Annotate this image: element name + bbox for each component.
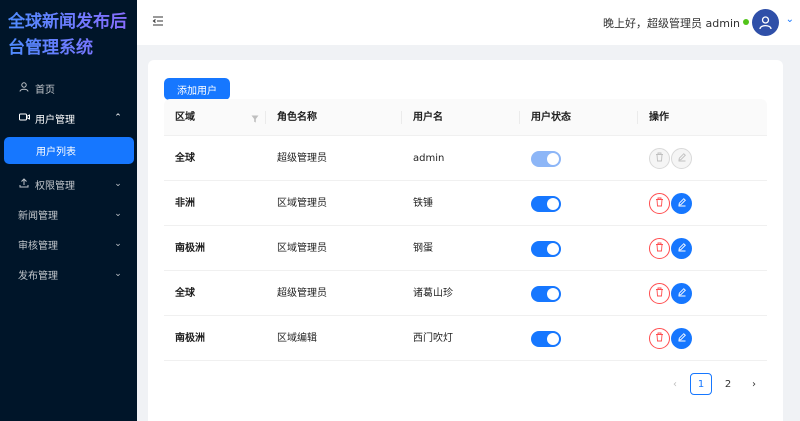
toggle-knob [547, 153, 559, 165]
sidebar-item-audit-management[interactable]: 审核管理 ⌄ [0, 231, 137, 257]
edit-icon [677, 242, 687, 255]
table-row: 全球 超级管理员 admin [164, 136, 767, 181]
cell-region: 全球 [175, 288, 195, 299]
column-divider [637, 111, 638, 124]
edit-icon [677, 332, 687, 345]
delete-button[interactable] [649, 283, 670, 304]
delete-icon [655, 152, 664, 165]
status-toggle[interactable] [531, 241, 561, 257]
toggle-knob [547, 333, 559, 345]
sidebar-item-home[interactable]: 首页 [0, 75, 137, 101]
status-toggle[interactable] [531, 331, 561, 347]
add-user-button[interactable]: 添加用户 [164, 78, 230, 100]
column-header-region: 区域 [175, 112, 195, 123]
column-header-role: 角色名称 [277, 112, 317, 123]
delete-icon [655, 242, 664, 255]
table-row: 南极洲 区域管理员 钢蛋 [164, 226, 767, 271]
column-divider [401, 111, 402, 124]
delete-button[interactable] [649, 328, 670, 349]
table-row: 非洲 区域管理员 铁锤 [164, 181, 767, 226]
user-avatar-icon [759, 16, 772, 30]
app-title: 全球新闻发布后台管理系统 [8, 9, 133, 61]
sidebar-item-permission-management[interactable]: 权限管理 ⌄ [0, 171, 137, 197]
cell-role: 超级管理员 [277, 288, 327, 299]
cell-username: 西门吹灯 [413, 333, 453, 344]
chevron-down-icon: ⌄ [114, 239, 122, 249]
cell-username: 铁锤 [413, 198, 433, 209]
user-icon [18, 81, 30, 95]
cell-region: 南极洲 [175, 333, 205, 344]
table-header: 区域 角色名称 用户名 用户状态 操作 [164, 99, 767, 136]
delete-button [649, 148, 670, 169]
cell-role: 区域管理员 [277, 198, 327, 209]
cell-role: 区域管理员 [277, 243, 327, 254]
sidebar-item-label: 权限管理 [35, 180, 75, 192]
sidebar-item-label: 发布管理 [18, 270, 58, 282]
column-header-username: 用户名 [413, 112, 443, 123]
column-header-status: 用户状态 [531, 112, 571, 123]
chevron-down-icon[interactable]: ⌄ [786, 14, 794, 25]
chevron-up-icon: ⌃ [114, 113, 122, 123]
cell-region: 非洲 [175, 198, 195, 209]
sidebar-item-publish-management[interactable]: 发布管理 ⌄ [0, 261, 137, 287]
status-toggle[interactable] [531, 286, 561, 302]
cell-role: 区域编辑 [277, 333, 317, 344]
cell-role: 超级管理员 [277, 153, 327, 164]
cell-region: 南极洲 [175, 243, 205, 254]
delete-icon [655, 287, 664, 300]
edit-icon [677, 152, 687, 165]
menu-fold-icon[interactable] [152, 15, 166, 29]
header: 晚上好，超级管理员 admin ⌄ [137, 0, 800, 45]
toggle-knob [547, 288, 559, 300]
column-header-actions: 操作 [649, 112, 669, 123]
toggle-knob [547, 243, 559, 255]
edit-button [671, 148, 692, 169]
toggle-knob [547, 198, 559, 210]
table-row: 全球 超级管理员 诸葛山珍 [164, 271, 767, 316]
cell-region: 全球 [175, 153, 195, 164]
sidebar-item-label: 用户列表 [36, 147, 76, 158]
chevron-down-icon: ⌄ [114, 179, 122, 189]
edit-button[interactable] [671, 328, 692, 349]
avatar[interactable] [752, 9, 779, 36]
pagination-page-1[interactable]: 1 [690, 373, 712, 395]
delete-icon [655, 332, 664, 345]
delete-button[interactable] [649, 238, 670, 259]
online-status-dot [743, 19, 749, 25]
edit-icon [677, 287, 687, 300]
content-card: 添加用户 区域 角色名称 用户名 用户状态 操作 全球 超级管理员 admin 非洲区… [148, 60, 783, 421]
sidebar-item-label: 新闻管理 [18, 210, 58, 222]
pagination-prev-button[interactable]: ‹ [665, 373, 685, 395]
column-divider [519, 111, 520, 124]
delete-button[interactable] [649, 193, 670, 214]
sidebar-item-user-management[interactable]: 用户管理 ⌃ [0, 105, 137, 131]
edit-button[interactable] [671, 193, 692, 214]
chevron-down-icon: ⌄ [114, 209, 122, 219]
greeting-text: 晚上好，超级管理员 admin [603, 17, 740, 30]
sidebar-item-news-management[interactable]: 新闻管理 ⌄ [0, 201, 137, 227]
sidebar-item-user-list[interactable]: 用户列表 [4, 137, 134, 164]
edit-icon [677, 197, 687, 210]
video-icon [18, 112, 30, 125]
pagination-page-2[interactable]: 2 [717, 373, 739, 395]
sidebar-item-label: 首页 [35, 84, 55, 96]
status-toggle[interactable] [531, 196, 561, 212]
pagination-next-button[interactable]: › [744, 373, 764, 395]
column-divider [265, 111, 266, 124]
cell-username: admin [413, 153, 445, 164]
chevron-down-icon: ⌄ [114, 269, 122, 279]
status-toggle [531, 151, 561, 167]
upload-icon [18, 177, 30, 191]
edit-button[interactable] [671, 238, 692, 259]
edit-button[interactable] [671, 283, 692, 304]
sidebar-item-label: 用户管理 [35, 114, 75, 126]
cell-username: 诸葛山珍 [413, 288, 453, 299]
filter-icon[interactable] [251, 113, 259, 123]
table-row: 南极洲 区域编辑 西门吹灯 [164, 316, 767, 361]
sidebar-item-label: 审核管理 [18, 240, 58, 252]
delete-icon [655, 197, 664, 210]
sidebar: 全球新闻发布后台管理系统 首页 用户管理 ⌃ 用户列表 权限管理 ⌄ 新闻管理 … [0, 0, 137, 421]
cell-username: 钢蛋 [413, 243, 433, 254]
